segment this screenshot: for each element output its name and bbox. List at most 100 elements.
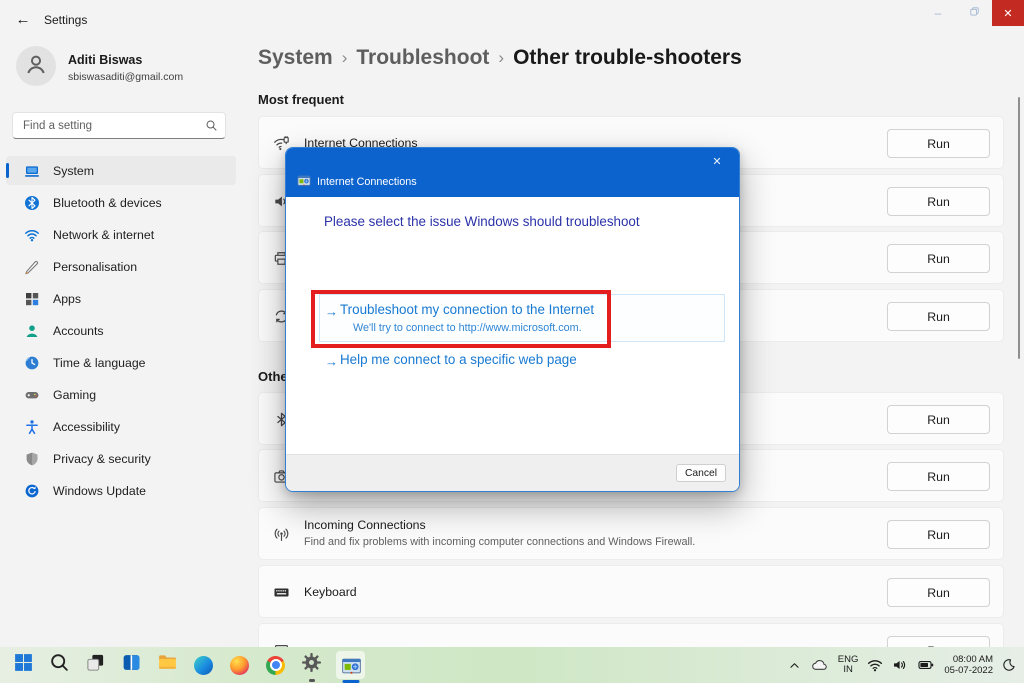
sidebar-item-label: Accounts xyxy=(53,324,104,338)
breadcrumb: System›Troubleshoot›Other trouble-shoote… xyxy=(258,46,742,70)
windows-update-icon xyxy=(24,483,40,499)
run-button[interactable]: Run xyxy=(887,244,990,273)
hidden-icons-chevron[interactable] xyxy=(788,659,801,672)
clock-date: 05-07-2022 xyxy=(944,665,993,676)
gaming-icon xyxy=(24,387,40,403)
breadcrumb-troubleshoot[interactable]: Troubleshoot xyxy=(356,46,489,69)
gear-icon xyxy=(301,652,322,678)
minimize-button[interactable]: – xyxy=(920,0,956,26)
widgets-button[interactable] xyxy=(120,654,143,677)
sidebar-item-label: Personalisation xyxy=(53,260,137,274)
back-button[interactable]: ← xyxy=(10,7,36,31)
privacy-security-icon xyxy=(24,451,40,467)
sidebar-item-gaming[interactable]: Gaming xyxy=(6,380,236,409)
chevron-right-icon: › xyxy=(333,48,357,67)
keyboard-icon xyxy=(273,584,290,601)
file-explorer-button[interactable] xyxy=(156,654,179,677)
sidebar-item-label: Time & language xyxy=(53,356,146,370)
incoming-connections-icon xyxy=(273,526,290,543)
sidebar-item-windows-update[interactable]: Windows Update xyxy=(6,476,236,505)
wifi-tray-icon[interactable] xyxy=(867,657,883,673)
settings-taskbar-button[interactable] xyxy=(300,654,323,677)
sidebar-item-label: System xyxy=(53,164,94,178)
dialog-heading: Please select the issue Windows should t… xyxy=(324,214,640,229)
sidebar-nav: System Bluetooth & devices Network & int… xyxy=(6,156,236,508)
sidebar-item-bluetooth-devices[interactable]: Bluetooth & devices xyxy=(6,188,236,217)
file-explorer-icon xyxy=(157,652,178,678)
sidebar-item-label: Privacy & security xyxy=(53,452,151,466)
windows-logo-icon xyxy=(13,652,34,678)
sidebar-item-label: Apps xyxy=(53,292,81,306)
task-view-button[interactable] xyxy=(84,654,107,677)
sidebar-item-network-internet[interactable]: Network & internet xyxy=(6,220,236,249)
start-button[interactable] xyxy=(12,654,35,677)
clock[interactable]: 08:00 AM 05-07-2022 xyxy=(944,654,993,676)
dialog-title: Internet Connections xyxy=(317,176,417,188)
sidebar-item-accessibility[interactable]: Accessibility xyxy=(6,412,236,441)
run-button[interactable]: Run xyxy=(887,187,990,216)
sidebar: Aditi Biswas sbiswasaditi@gmail.com Syst… xyxy=(0,36,248,647)
row-keyboard: Keyboard Run xyxy=(258,565,1004,618)
chrome-button[interactable] xyxy=(264,654,287,677)
breadcrumb-system[interactable]: System xyxy=(258,46,333,69)
close-button[interactable]: ✕ xyxy=(992,0,1024,26)
avatar-person-icon xyxy=(24,52,48,81)
sidebar-item-time-language[interactable]: Time & language xyxy=(6,348,236,377)
restore-icon xyxy=(969,6,980,20)
edge-button[interactable] xyxy=(192,654,215,677)
scrollbar-thumb[interactable] xyxy=(1018,97,1020,359)
window-title: Settings xyxy=(44,13,87,27)
firefox-button[interactable] xyxy=(228,654,251,677)
option-help-connect-webpage[interactable]: Help me connect to a specific web page xyxy=(340,352,577,367)
volume-icon[interactable] xyxy=(892,657,908,673)
clock-time: 08:00 AM xyxy=(944,654,993,665)
search-icon xyxy=(205,119,218,132)
row-incoming-connections: Incoming Connections Find and fix proble… xyxy=(258,507,1004,560)
selected-indicator xyxy=(6,163,9,178)
dialog-close-button[interactable]: ✕ xyxy=(707,152,727,170)
focus-assist-moon-icon[interactable] xyxy=(1002,658,1016,672)
taskbar: ENG IN 08:00 AM 05-07-2022 xyxy=(0,647,1024,683)
sidebar-item-label: Accessibility xyxy=(53,420,120,434)
avatar[interactable] xyxy=(16,46,56,86)
battery-icon[interactable] xyxy=(917,657,935,673)
sidebar-item-system[interactable]: System xyxy=(6,156,236,185)
language-indicator[interactable]: ENG IN xyxy=(838,655,859,675)
run-button[interactable]: Run xyxy=(887,302,990,331)
task-view-icon xyxy=(85,652,106,678)
dialog-footer: Cancel xyxy=(286,454,739,491)
run-button[interactable]: Run xyxy=(887,578,990,607)
apps-icon xyxy=(24,291,40,307)
sidebar-item-label: Bluetooth & devices xyxy=(53,196,162,210)
language-line2: IN xyxy=(838,665,859,675)
chevron-right-icon: › xyxy=(489,48,513,67)
sidebar-item-label: Windows Update xyxy=(53,484,146,498)
troubleshooter-taskbar-button[interactable] xyxy=(336,651,365,679)
run-button[interactable]: Run xyxy=(887,520,990,549)
profile-name: Aditi Biswas xyxy=(68,53,142,67)
run-button[interactable]: Run xyxy=(887,129,990,158)
chrome-icon xyxy=(266,656,285,675)
cancel-button[interactable]: Cancel xyxy=(676,464,726,482)
row-description: Find and fix problems with incoming comp… xyxy=(304,536,695,548)
run-button[interactable]: Run xyxy=(887,405,990,434)
settings-window: ← Settings – ✕ Aditi Biswas sbiswasaditi… xyxy=(0,0,1024,683)
search-icon xyxy=(49,652,70,678)
accessibility-icon xyxy=(24,419,40,435)
sidebar-item-personalisation[interactable]: Personalisation xyxy=(6,252,236,281)
restore-button[interactable] xyxy=(956,0,992,26)
sidebar-item-privacy-security[interactable]: Privacy & security xyxy=(6,444,236,473)
titlebar: ← Settings – ✕ xyxy=(0,0,1024,36)
system-icon xyxy=(24,163,40,179)
onedrive-cloud-icon[interactable] xyxy=(810,657,829,674)
sidebar-item-accounts[interactable]: Accounts xyxy=(6,316,236,345)
search-box[interactable] xyxy=(12,112,226,139)
sidebar-item-label: Gaming xyxy=(53,388,96,402)
close-icon: ✕ xyxy=(712,155,721,168)
open-app-indicator xyxy=(309,679,315,682)
sidebar-item-apps[interactable]: Apps xyxy=(6,284,236,313)
taskbar-search-button[interactable] xyxy=(48,654,71,677)
search-input[interactable] xyxy=(13,113,191,138)
run-button[interactable]: Run xyxy=(887,462,990,491)
bluetooth-icon xyxy=(24,195,40,211)
